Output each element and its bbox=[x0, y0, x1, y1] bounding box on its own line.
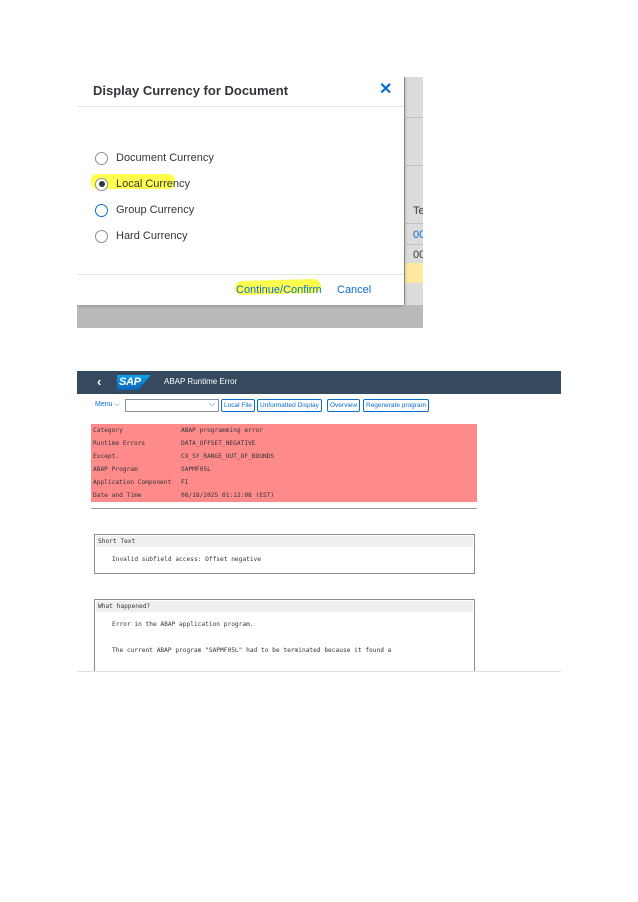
radio-label: Document Currency bbox=[116, 152, 214, 164]
sap-logo-text: SAP bbox=[119, 376, 141, 388]
short-text-box: Short Text Invalid subfield access: Offs… bbox=[94, 534, 475, 574]
what-happened-line: Error in the ABAP application program. bbox=[112, 621, 254, 628]
summary-key: Except. bbox=[93, 453, 120, 460]
radio-label: Local Currency bbox=[116, 178, 190, 190]
radio-group-currency[interactable]: Group Currency bbox=[95, 200, 194, 220]
summary-value: CX_SY_RANGE_OUT_OF_BOUNDS bbox=[181, 453, 275, 460]
radio-button-icon[interactable] bbox=[95, 203, 108, 217]
what-happened-line: The current ABAP program "SAPMF05L" had … bbox=[112, 647, 392, 654]
background-cell[interactable]: 00 bbox=[413, 229, 423, 241]
summary-key: Application Component bbox=[93, 479, 172, 486]
page-divider bbox=[77, 671, 561, 672]
background-row-highlight bbox=[405, 263, 423, 283]
background-table-panel bbox=[404, 77, 423, 328]
background-footer-shade bbox=[77, 305, 423, 328]
menu-button[interactable]: Menu ⌵ bbox=[95, 401, 120, 409]
shell-bar: ‹ SAP ABAP Runtime Error bbox=[77, 371, 561, 394]
dialog-title: Display Currency for Document bbox=[93, 83, 289, 98]
summary-value: DATA_OFFSET_NEGATIVE bbox=[181, 440, 256, 447]
menu-label: Menu bbox=[95, 401, 113, 408]
radio-local-currency[interactable]: Local Currency bbox=[95, 174, 190, 194]
unformatted-display-button[interactable]: Unformatted Display bbox=[257, 399, 322, 412]
summary-value: 08/18/2025 01:12:08 (EST) bbox=[181, 492, 275, 499]
shell-title: ABAP Runtime Error bbox=[164, 377, 238, 386]
what-happened-heading-bar: What happened? bbox=[96, 601, 473, 612]
radio-button-selected-icon[interactable] bbox=[95, 177, 108, 191]
continue-confirm-button[interactable]: Continue/Confirm bbox=[236, 284, 322, 296]
summary-value: ABAP programming error bbox=[181, 427, 263, 434]
radio-button-icon[interactable] bbox=[95, 151, 108, 165]
what-happened-box: What happened? Error in the ABAP applica… bbox=[94, 599, 475, 671]
short-text-heading-bar: Short Text bbox=[96, 536, 473, 547]
short-text-line: Invalid subfield access: Offset negative bbox=[112, 556, 262, 563]
radio-label: Hard Currency bbox=[116, 230, 188, 242]
back-arrow-icon[interactable]: ‹ bbox=[97, 374, 101, 389]
radio-label: Group Currency bbox=[116, 204, 195, 216]
background-divider bbox=[404, 223, 423, 224]
display-currency-dialog: Display Currency for Document ✕ Document… bbox=[77, 77, 404, 305]
close-icon[interactable]: ✕ bbox=[379, 81, 392, 99]
toolbar-dropdown[interactable]: ⌵ bbox=[125, 399, 219, 412]
dialog-footer-divider bbox=[77, 274, 404, 275]
background-divider bbox=[404, 244, 423, 245]
summary-key: Date and Time bbox=[93, 492, 142, 499]
short-text-heading: Short Text bbox=[98, 538, 136, 545]
background-column-header: Te bbox=[413, 205, 423, 217]
background-divider bbox=[404, 117, 423, 118]
chevron-down-icon: ⌵ bbox=[208, 399, 215, 408]
error-summary-block: Category ABAP programming error Runtime E… bbox=[91, 424, 477, 502]
cancel-button[interactable]: Cancel bbox=[337, 284, 371, 296]
currency-dialog-screenshot: Te 00 00 Display Currency for Document ✕… bbox=[77, 77, 423, 328]
summary-divider bbox=[91, 508, 477, 509]
radio-document-currency[interactable]: Document Currency bbox=[95, 148, 214, 168]
what-happened-heading: What happened? bbox=[98, 603, 151, 610]
summary-key: Category bbox=[93, 427, 123, 434]
regenerate-program-button[interactable]: Regenerate program bbox=[363, 399, 429, 412]
radio-button-icon[interactable] bbox=[95, 229, 108, 243]
dialog-header-divider bbox=[77, 106, 404, 107]
radio-hard-currency[interactable]: Hard Currency bbox=[95, 226, 188, 246]
background-divider bbox=[404, 165, 423, 166]
summary-key: Runtime Errors bbox=[93, 440, 146, 447]
background-cell: 00 bbox=[413, 249, 423, 261]
summary-key: ABAP Program bbox=[93, 466, 138, 473]
toolbar: Menu ⌵ ⌵ Local File Unformatted Display … bbox=[77, 399, 561, 413]
local-file-button[interactable]: Local File bbox=[221, 399, 255, 412]
sap-logo: SAP bbox=[117, 375, 151, 390]
summary-value: SAPMF05L bbox=[181, 466, 211, 473]
overview-button[interactable]: Overview bbox=[327, 399, 361, 412]
chevron-down-icon: ⌵ bbox=[114, 401, 120, 408]
summary-value: FI bbox=[181, 479, 189, 486]
abap-runtime-error-screenshot: ‹ SAP ABAP Runtime Error Menu ⌵ ⌵ Local … bbox=[77, 371, 561, 671]
